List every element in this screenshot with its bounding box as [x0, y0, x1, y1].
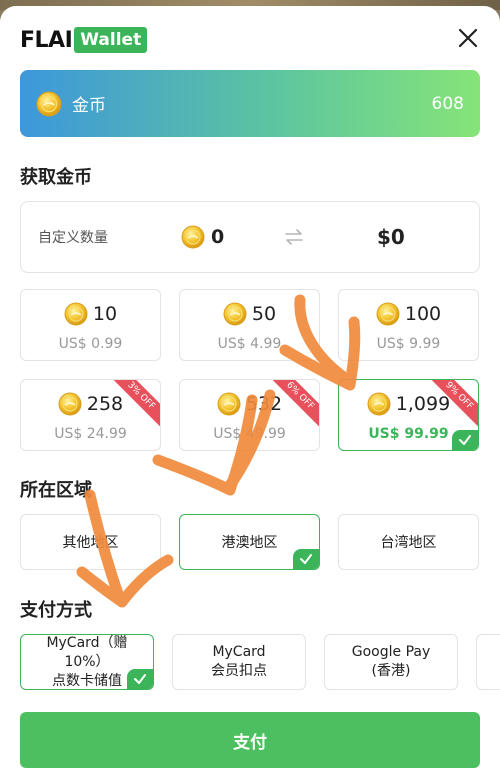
package-amount: 100 [404, 303, 442, 325]
payment-label-line1: MyCard [212, 644, 266, 660]
custom-usd-value: $0 [377, 225, 405, 249]
swap-icon [285, 229, 303, 245]
coin-balance-card: 金币 608 [20, 70, 480, 137]
coin-icon [367, 392, 391, 416]
region-label: 其他地区 [62, 535, 119, 551]
check-icon [458, 433, 472, 447]
payment-google-pay[interactable]: Google Pay (香港) [324, 634, 458, 690]
brand-name: FLAI [20, 27, 73, 53]
coin-package-100[interactable]: 100 US$ 9.99 [338, 289, 479, 361]
coin-package-10[interactable]: 10 US$ 0.99 [20, 289, 161, 361]
selected-check-badge [452, 430, 478, 450]
pay-button[interactable]: 支付 [20, 712, 480, 768]
close-icon [458, 28, 478, 48]
custom-amount-box[interactable]: 自定义数量 0 $0 [20, 201, 480, 273]
region-label: 台湾地区 [380, 535, 437, 551]
coin-icon [64, 302, 88, 326]
package-amount: 258 [86, 393, 124, 415]
payment-method-more[interactable] [476, 634, 500, 690]
custom-coin-value: 0 [211, 226, 225, 248]
section-title-payment: 支付方式 [20, 600, 92, 621]
coin-icon [376, 302, 400, 326]
coin-icon [223, 302, 247, 326]
coin-icon [58, 392, 82, 416]
balance-value: 608 [431, 93, 464, 114]
wallet-sheet: FLAI Wallet 金币 608 获取金币 自定义数量 0 $0 10 US… [0, 6, 500, 775]
coin-icon [36, 91, 62, 117]
package-amount: 50 [251, 303, 277, 325]
payment-mycard-member[interactable]: MyCard 会员扣点 [172, 634, 306, 690]
payment-label-line2: 10%） [64, 653, 110, 670]
check-icon [299, 552, 313, 566]
coin-icon [181, 225, 205, 249]
package-price: US$ 0.99 [58, 336, 123, 352]
payment-label-line2: (香港) [371, 663, 411, 679]
balance-label: 金币 [72, 96, 106, 116]
payment-label-line1: Google Pay [351, 644, 431, 660]
selected-check-badge [293, 549, 319, 569]
package-amount: 532 [245, 393, 283, 415]
wallet-badge: Wallet [74, 27, 148, 53]
payment-label-line2: 会员扣点 [211, 663, 267, 679]
coin-package-532[interactable]: 532 US$ 49.99 6% OFF [179, 379, 320, 451]
coin-package-50[interactable]: 50 US$ 4.99 [179, 289, 320, 361]
payment-label-line3: 点数卡储值 [52, 672, 122, 689]
payment-mycard-card[interactable]: MyCard（赠 10%） 点数卡储值 [20, 634, 154, 690]
region-label: 港澳地区 [221, 535, 278, 551]
selected-check-badge [127, 669, 153, 689]
region-taiwan[interactable]: 台湾地区 [338, 514, 479, 570]
package-price: US$ 4.99 [217, 336, 282, 352]
package-price: US$ 9.99 [376, 336, 441, 352]
close-button[interactable] [456, 26, 480, 50]
custom-coin-input[interactable]: 0 [181, 225, 224, 249]
coin-icon [217, 392, 241, 416]
check-icon [133, 672, 147, 686]
section-title-region: 所在区域 [20, 480, 92, 501]
package-amount: 1,099 [395, 393, 451, 415]
package-amount: 10 [92, 303, 118, 325]
region-hk-macau[interactable]: 港澳地区 [179, 514, 320, 570]
wallet-logo: FLAI Wallet [20, 26, 148, 54]
region-other[interactable]: 其他地区 [20, 514, 161, 570]
payment-label-line1: MyCard（赠 [46, 634, 128, 651]
package-price: US$ 24.99 [54, 426, 127, 442]
package-price: US$ 49.99 [213, 426, 286, 442]
custom-amount-label: 自定义数量 [38, 230, 108, 246]
section-title-get-coins: 获取金币 [20, 167, 92, 188]
coin-package-258[interactable]: 258 US$ 24.99 3% OFF [20, 379, 161, 451]
coin-package-1099[interactable]: 1,099 US$ 99.99 9% OFF [338, 379, 479, 451]
